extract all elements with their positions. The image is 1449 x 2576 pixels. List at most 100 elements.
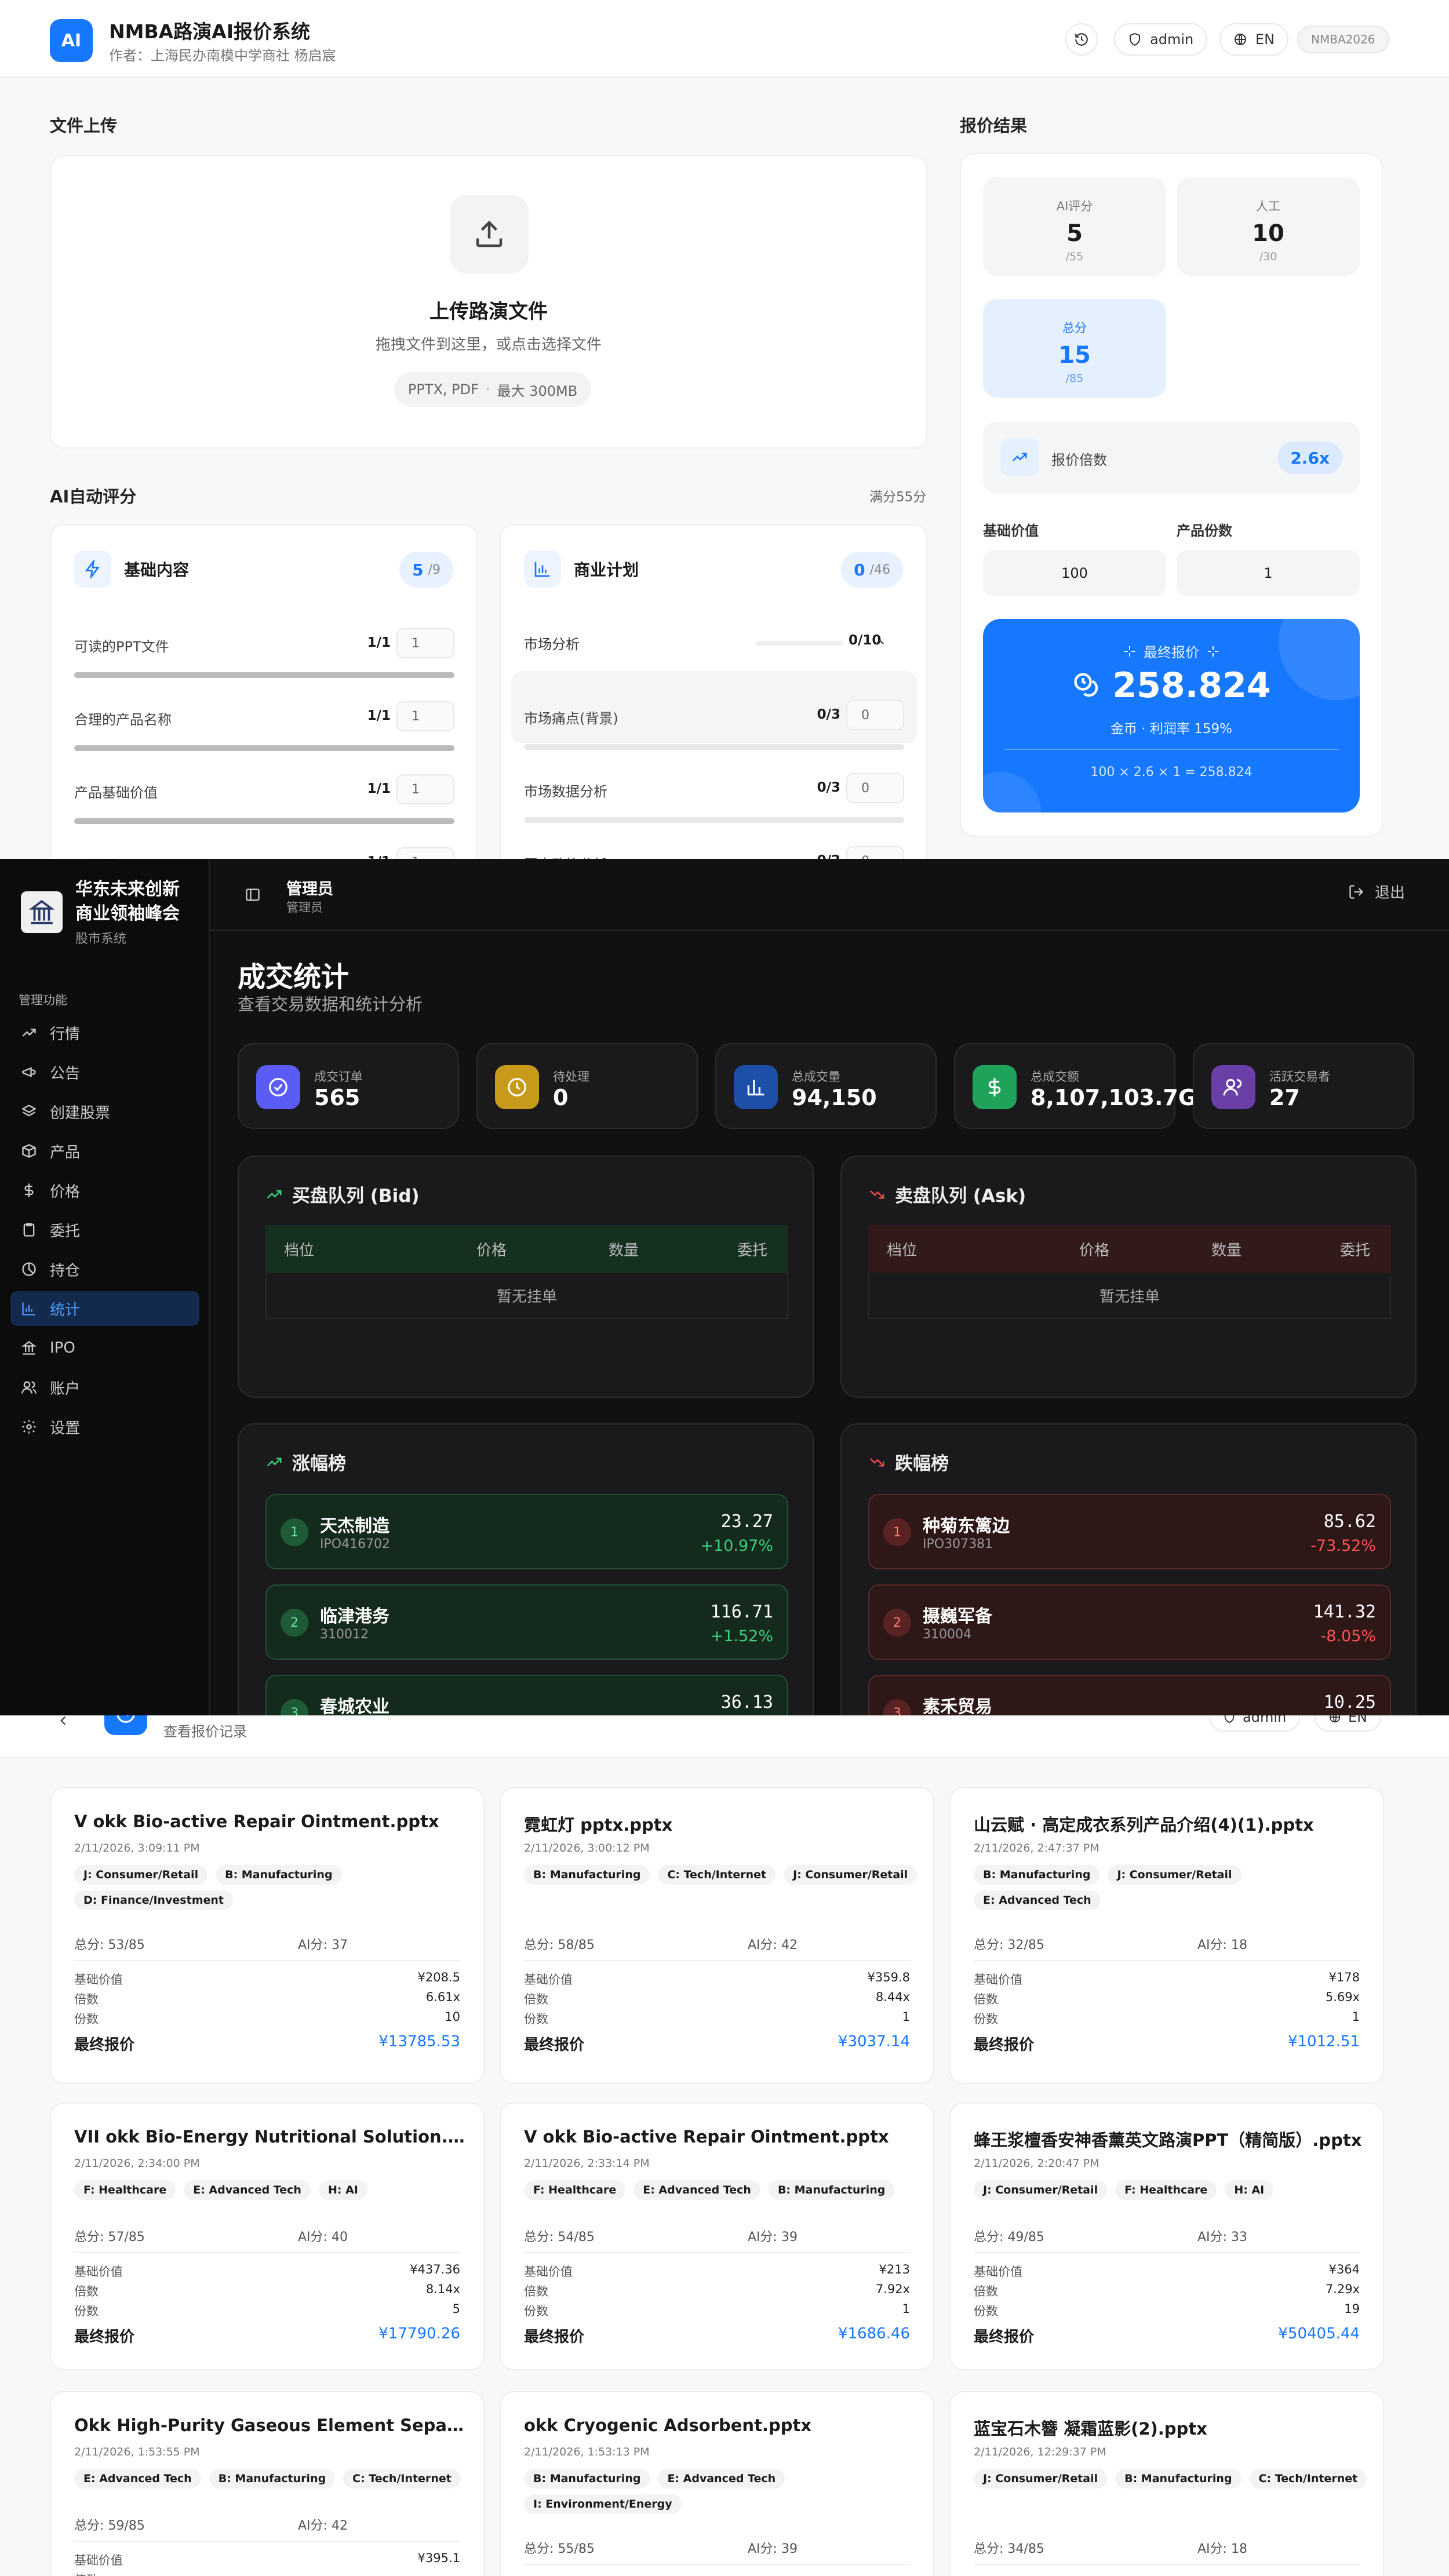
rank-row[interactable]: 1 种菊东篱边 IPO307381 85.62 -73.52%	[868, 1494, 1391, 1569]
check-circle-icon	[269, 1078, 287, 1096]
business-plan-title: 商业计划	[574, 560, 639, 580]
nav-item-label: 价格	[50, 1183, 81, 1201]
app-title: NMBA路演AI报价系统	[109, 20, 310, 43]
lightning-icon-box	[74, 551, 111, 588]
kv-label: 基础价值	[74, 2553, 123, 2567]
total-score-value: 15	[1058, 342, 1091, 369]
score-row-input[interactable]: 0	[846, 700, 904, 730]
ask-title: 卖盘队列 (Ask)	[895, 1186, 1026, 1207]
quote-date: 2/11/2026, 1:53:55 PM	[74, 2446, 200, 2458]
nav-item-1[interactable]: 行情	[10, 1015, 199, 1050]
ai-label: AI分	[748, 2230, 773, 2245]
stock-price: 23.27	[720, 1511, 773, 1532]
quote-date: 2/11/2026, 2:34:00 PM	[74, 2157, 200, 2170]
quote-card[interactable]: 山云赋 · 高定成衣系列产品介绍(4)(1).pptx 2/11/2026, 2:…	[949, 1787, 1384, 2084]
quote-date: 2/11/2026, 3:09:11 PM	[74, 1842, 200, 1854]
nav-item-8[interactable]: 统计	[10, 1291, 199, 1326]
ai-value: 42	[331, 2519, 348, 2533]
quote-card[interactable]: V okk Bio-active Repair Ointment.pptx 2/1…	[500, 2103, 934, 2370]
qty-input[interactable]: 1	[1177, 551, 1360, 596]
nav-item-10[interactable]: 账户	[10, 1370, 199, 1405]
nav-item-7[interactable]: 持仓	[10, 1252, 199, 1287]
industry-tag: B: Manufacturing	[974, 1865, 1100, 1885]
quote-mult-row: 倍数	[74, 2571, 460, 2576]
quote-card[interactable]: 霓虹灯 pptx.pptx 2/11/2026, 3:00:12 PM B: Man…	[500, 1787, 934, 2084]
nav-item-6[interactable]: 委托	[10, 1212, 199, 1247]
quote-card[interactable]: 蜂王浆檀香安神香薰英文路演PPT（精简版）.pptx 2/11/2026, 2:2…	[949, 2103, 1384, 2370]
kv-value: ¥208.5	[417, 1970, 460, 1984]
quote-card[interactable]: V okk Bio-active Repair Ointment.pptx 2/1…	[50, 1787, 485, 2084]
final-label: 最终报价	[74, 2329, 135, 2346]
quote-card[interactable]: Okk High-Purity Gaseous Element Separati…	[50, 2391, 485, 2576]
nav-item-label: 统计	[50, 1301, 81, 1319]
bid-empty: 暂无挂单	[265, 1273, 788, 1319]
market-analysis-group[interactable]: 市场分析 0/10	[524, 627, 904, 662]
score-row-input[interactable]: 0	[846, 773, 904, 803]
history-language-button[interactable]: EN	[1315, 1715, 1382, 1732]
ai-label: AI分	[748, 2542, 773, 2556]
sidebar-toggle-icon[interactable]	[245, 887, 261, 903]
score-row-input[interactable]: 1	[396, 847, 454, 859]
nav-item-label: 设置	[50, 1419, 81, 1437]
quote-final-row: 最终报价 ¥1012.51	[974, 2033, 1360, 2054]
upload-dropzone[interactable]: 上传路演文件 拖拽文件到这里，或点击选择文件 PPTX, PDF · 最大 30…	[50, 155, 927, 449]
bid-title: 买盘队列 (Bid)	[292, 1186, 420, 1207]
history-user-button[interactable]: admin	[1209, 1715, 1301, 1732]
colon: :	[323, 1938, 332, 1952]
ai-score-box: AI评分 5 /55	[983, 177, 1166, 276]
quote-card[interactable]: 蓝宝石木簪 凝霜蓝影(2).pptx 2/11/2026, 12:29:37 PM…	[949, 2391, 1384, 2576]
quote-card[interactable]: VII okk Bio-Energy Nutritional Solution.…	[50, 2103, 485, 2370]
stock-price: 36.13	[720, 1692, 773, 1713]
brand-sub: 股市系统	[75, 932, 127, 946]
basic-score-pill: 5 /9	[399, 552, 453, 588]
quote-card[interactable]: okk Cryogenic Adsorbent.pptx 2/11/2026, 1…	[500, 2391, 934, 2576]
language-button[interactable]: EN	[1219, 23, 1289, 56]
back-arrow-icon[interactable]	[56, 1715, 71, 1728]
score-row-label: 市场痛点(背景)	[524, 711, 618, 727]
quote-final-row: 最终报价 ¥13785.53	[74, 2033, 460, 2054]
quote-title: V okk Bio-active Repair Ointment.pptx	[74, 1812, 439, 1831]
rank-row[interactable]: 3 素禾贸易 10.25	[868, 1675, 1391, 1715]
score-row-input[interactable]: 0	[846, 846, 904, 859]
divider	[74, 2541, 460, 2542]
score-row-input[interactable]: 1	[396, 701, 454, 731]
final-value: ¥50405.44	[1278, 2325, 1360, 2342]
history-button[interactable]	[1065, 23, 1098, 56]
quote-total: 总分: 57/85	[74, 2227, 145, 2245]
rank-row[interactable]: 1 天杰制造 IPO416702 23.27 +10.97%	[265, 1494, 788, 1569]
nav-item-2[interactable]: 公告	[10, 1055, 199, 1090]
rank-row[interactable]: 2 临津港务 310012 116.71 +1.52%	[265, 1584, 788, 1660]
kv-value: 8.44x	[875, 1990, 910, 2004]
dollar-icon	[24, 1183, 34, 1197]
nav-item-3[interactable]: 创建股票	[10, 1094, 199, 1129]
app-header: AI NMBA路演AI报价系统 作者：上海民办南模中学商社 杨启宸 admin …	[0, 0, 1449, 78]
quote-ai: AI分: 39	[748, 2227, 798, 2245]
nav-item-9[interactable]: IPO	[10, 1331, 199, 1365]
stock-name: 摄巍军备	[923, 1606, 992, 1627]
brand-line-1: 华东未来创新	[75, 879, 180, 899]
stock-name: 种菊东篱边	[923, 1516, 1010, 1536]
bar-chart-icon	[22, 1302, 35, 1316]
language-label: EN	[1255, 31, 1275, 48]
rank-row[interactable]: 2 摄巍军备 310004 141.32 -8.05%	[868, 1584, 1391, 1660]
base-value-input[interactable]: 100	[983, 551, 1166, 596]
score-row-input[interactable]: 1	[396, 628, 454, 658]
final-label: 最终报价	[524, 2329, 585, 2346]
rank-row[interactable]: 3 春城农业 36.13	[265, 1675, 788, 1715]
full-score-label: 满分55分	[869, 490, 927, 505]
score-row: 市场痛点(背景) 0/3 0	[524, 694, 904, 764]
nav-item-4[interactable]: 产品	[10, 1134, 199, 1168]
nav-item-5[interactable]: 价格	[10, 1173, 199, 1208]
logout-button[interactable]: 退出	[1348, 881, 1405, 902]
upload-heading: 文件上传	[50, 116, 118, 136]
industry-tag: H: AI	[1225, 2180, 1274, 2200]
rank-number: 1	[281, 1518, 308, 1546]
nav-item-11[interactable]: 设置	[10, 1409, 199, 1444]
stat-card: 活跃交易者 27	[1193, 1043, 1414, 1129]
quote-title: Okk High-Purity Gaseous Element Separati…	[74, 2415, 468, 2435]
kv-value: 6.61x	[425, 1990, 460, 2004]
quote-total: 总分: 32/85	[974, 1934, 1044, 1953]
user-menu-button[interactable]: admin	[1114, 23, 1208, 56]
score-row-input[interactable]: 1	[396, 774, 454, 804]
quote-ai: AI分: 42	[748, 1934, 798, 1953]
